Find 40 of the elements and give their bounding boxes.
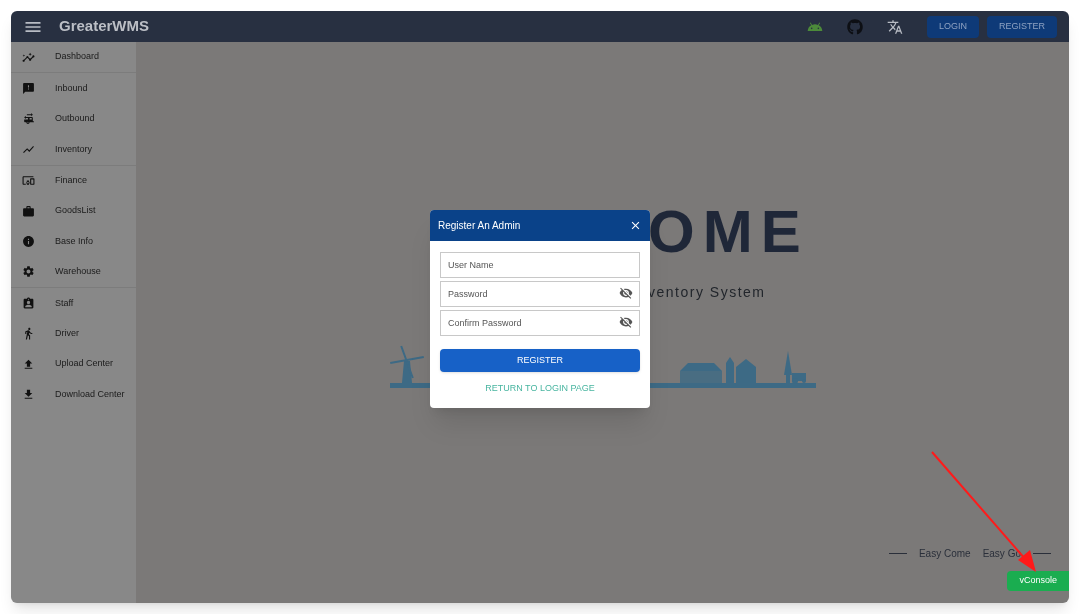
download-icon	[22, 388, 35, 401]
input-field[interactable]: Password	[440, 281, 640, 307]
dialog-title: Register An Admin	[438, 219, 522, 233]
briefcase-icon	[22, 204, 35, 218]
trailer-icon	[22, 112, 35, 126]
sidebar-item[interactable]: Outbound	[11, 103, 136, 135]
walking-person-icon	[22, 327, 35, 341]
sidebar-item[interactable]: Driver	[11, 318, 136, 349]
sidebar-item[interactable]: Warehouse	[11, 256, 136, 288]
sidebar-item[interactable]: Staff	[11, 288, 136, 319]
translate-icon[interactable]	[886, 18, 903, 35]
app-title: GreaterWMS	[59, 16, 150, 37]
upload-icon	[22, 357, 35, 371]
welcome-subtitle: ventory System	[648, 283, 767, 302]
input-field[interactable]: User Name	[440, 252, 640, 278]
sidebar-item[interactable]: Inbound	[11, 73, 136, 104]
sidebar-item[interactable]: Inventory	[11, 134, 136, 165]
sidebar-item[interactable]: GoodsList	[11, 195, 136, 227]
return-link[interactable]: RETURN TO LOGIN PAGE	[485, 382, 595, 396]
console-button[interactable]: vConsole	[1007, 571, 1069, 591]
header-button[interactable]: REGISTER	[987, 15, 1057, 38]
info-icon	[22, 235, 35, 249]
sidebar-item[interactable]: Upload Center	[11, 348, 136, 380]
sparkle-chart-icon	[22, 50, 35, 64]
settings-icon	[22, 265, 35, 279]
footer-text: Easy Come	[918, 547, 971, 561]
header-button[interactable]: LOGIN	[926, 15, 979, 38]
sidebar-item[interactable]: Dashboard	[11, 42, 136, 73]
close-icon[interactable]	[629, 219, 642, 232]
sidebar-item[interactable]: Base Info	[11, 226, 136, 257]
welcome-title: OME	[648, 202, 810, 262]
eye-off-icon[interactable]	[619, 315, 633, 329]
devices-icon	[22, 174, 35, 188]
register-button[interactable]: REGISTER	[440, 349, 640, 372]
input-field[interactable]: Confirm Password	[440, 310, 640, 336]
sidebar-item[interactable]: Download Center	[11, 379, 136, 410]
sidebar-item[interactable]: Finance	[11, 165, 136, 196]
eye-off-icon[interactable]	[619, 286, 633, 300]
badge-icon	[22, 296, 35, 310]
message-icon	[22, 82, 35, 96]
